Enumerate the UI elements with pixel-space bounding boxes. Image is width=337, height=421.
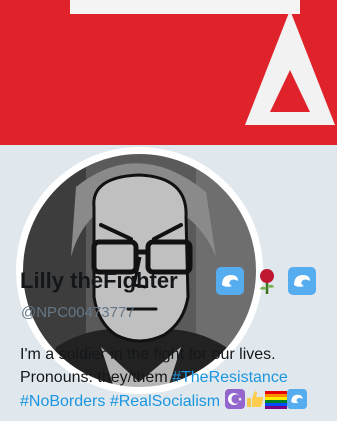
rainbow-flag-icon (264, 391, 287, 416)
wave-icon (288, 267, 316, 300)
bio-line: Pronouns: they/them #TheResistance (20, 366, 337, 389)
hashtag-link[interactable]: #TheResistance (172, 369, 288, 386)
wave-icon (216, 267, 244, 300)
bio-line: I'm a soldier in the fight for our lives… (20, 346, 276, 363)
bio-line: #NoBorders #RealSocialism (20, 389, 337, 416)
pronouns-text: Pronouns: they/them (20, 369, 173, 386)
handle: @NPC00473777 (21, 304, 135, 321)
display-name: Lilly theFighter (20, 268, 178, 293)
profile-banner[interactable] (0, 0, 337, 145)
wave-icon (286, 389, 307, 416)
rose-icon (253, 267, 281, 300)
banner-triangle-inner (270, 70, 310, 112)
thumbs-up-icon (245, 389, 265, 416)
bio: I'm a soldier in the fight for our lives… (20, 343, 337, 416)
crescent-star-icon (224, 389, 245, 416)
hashtag-link[interactable]: #NoBorders (20, 393, 105, 410)
hashtag-link[interactable]: #RealSocialism (110, 393, 220, 410)
